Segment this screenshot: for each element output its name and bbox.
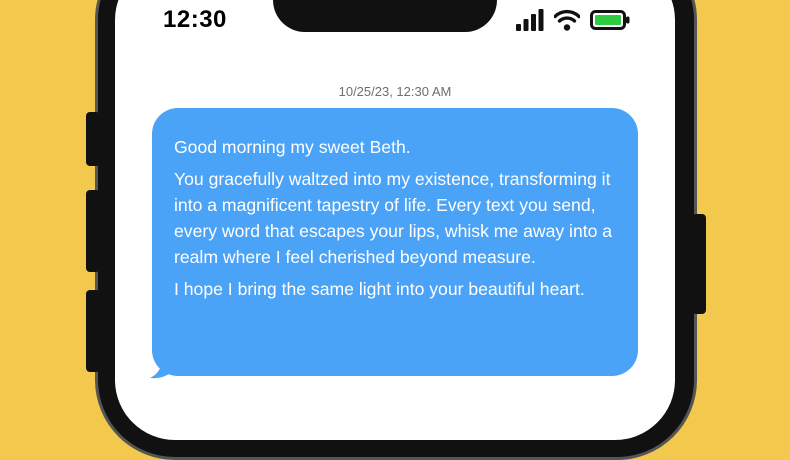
battery-icon: [590, 10, 630, 30]
message-paragraph: You gracefully waltzed into my existence…: [174, 169, 613, 267]
volume-up-button: [86, 190, 100, 272]
dynamic-island: [273, 0, 497, 32]
status-icons: [516, 9, 630, 31]
message-timestamp: 10/25/23, 12:30 AM: [338, 84, 452, 99]
status-time: 12:30: [163, 6, 227, 33]
power-button: [692, 214, 706, 314]
message-bubble[interactable]: Good morning my sweet Beth. You graceful…: [152, 108, 638, 376]
message-bubble-tail: [150, 358, 174, 379]
wifi-icon: [554, 9, 580, 31]
message-paragraph: Good morning my sweet Beth.: [174, 137, 411, 157]
message-bubble-wrapper: Good morning my sweet Beth. You graceful…: [150, 108, 638, 380]
cellular-signal-icon: [516, 9, 544, 31]
action-button: [86, 112, 100, 166]
volume-down-button: [86, 290, 100, 372]
message-paragraph: I hope I bring the same light into your …: [174, 279, 585, 299]
